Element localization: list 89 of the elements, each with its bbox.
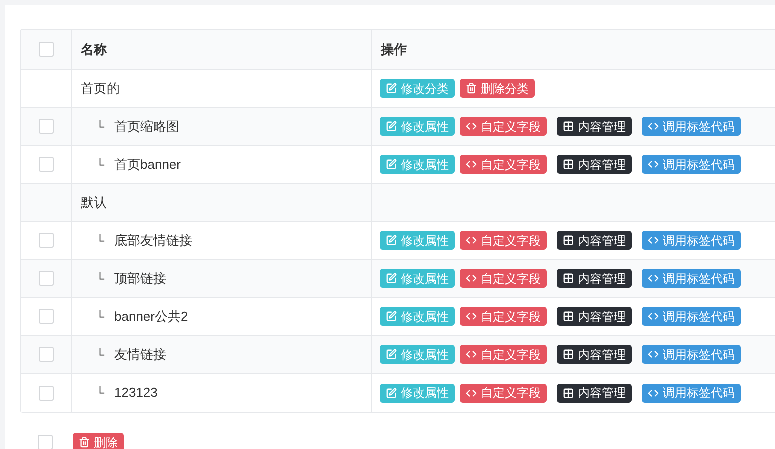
code-icon: [466, 235, 477, 246]
checkbox[interactable]: [38, 347, 54, 362]
category-name: 默认: [81, 194, 107, 212]
grid-icon: [563, 121, 574, 132]
edit-button[interactable]: 修改分类: [380, 79, 455, 98]
content-button[interactable]: 内容管理: [557, 117, 632, 136]
content-button[interactable]: 内容管理: [557, 345, 632, 364]
checkbox[interactable]: [38, 157, 54, 172]
tree-branch: └: [96, 156, 105, 174]
tree-branch: └: [96, 308, 105, 326]
grid-icon: [563, 388, 574, 398]
edit-button[interactable]: 修改属性: [380, 155, 455, 174]
content-button[interactable]: 内容管理: [557, 231, 632, 250]
code-icon: [648, 235, 659, 246]
tag-code-button[interactable]: 调用标签代码: [642, 155, 741, 174]
column-header: 名称: [81, 40, 107, 59]
edit-button[interactable]: 修改属性: [380, 384, 455, 402]
custom-field-button[interactable]: 自定义字段: [460, 155, 547, 174]
content-button[interactable]: 内容管理: [557, 269, 632, 288]
code-icon: [648, 388, 659, 398]
item-name: banner公共2: [114, 308, 188, 326]
edit-icon: [386, 83, 397, 94]
edit-icon: [386, 349, 397, 360]
custom-field-button[interactable]: 自定义字段: [460, 307, 547, 326]
code-icon: [648, 311, 659, 322]
checkbox[interactable]: [38, 309, 54, 324]
checkbox[interactable]: [38, 435, 53, 449]
trash-icon: [79, 437, 90, 448]
code-icon: [466, 159, 477, 170]
delete-button[interactable]: 删除分类: [460, 79, 535, 98]
grid-icon: [563, 349, 574, 360]
custom-field-button[interactable]: 自定义字段: [460, 345, 547, 364]
category-name: 首页的: [81, 80, 120, 98]
code-icon: [648, 121, 659, 132]
tree-branch: └: [96, 118, 105, 136]
edit-icon: [386, 388, 397, 398]
grid-icon: [563, 273, 574, 284]
tag-code-button[interactable]: 调用标签代码: [642, 231, 741, 250]
item-name: 123123: [114, 384, 158, 402]
checkbox[interactable]: [38, 386, 54, 400]
edit-button[interactable]: 修改属性: [380, 345, 455, 364]
edit-button[interactable]: 修改属性: [380, 307, 455, 326]
code-icon: [648, 349, 659, 360]
checkbox[interactable]: [38, 119, 54, 134]
edit-button[interactable]: 修改属性: [380, 117, 455, 136]
checkbox[interactable]: [38, 42, 54, 57]
edit-button[interactable]: 修改属性: [380, 231, 455, 250]
grid-icon: [563, 311, 574, 322]
edit-icon: [386, 159, 397, 170]
code-icon: [466, 388, 477, 398]
item-name: 友情链接: [114, 346, 167, 364]
code-icon: [466, 311, 477, 322]
custom-field-button[interactable]: 自定义字段: [460, 117, 547, 136]
code-icon: [648, 273, 659, 284]
tag-code-button[interactable]: 调用标签代码: [642, 345, 741, 364]
tag-code-button[interactable]: 调用标签代码: [642, 307, 741, 326]
custom-field-button[interactable]: 自定义字段: [460, 231, 547, 250]
tag-code-button[interactable]: 调用标签代码: [642, 269, 741, 288]
tag-code-button[interactable]: 调用标签代码: [642, 117, 741, 136]
content-button[interactable]: 内容管理: [557, 307, 632, 326]
tag-code-button[interactable]: 调用标签代码: [642, 384, 741, 402]
column-header: 操作: [381, 40, 407, 59]
edit-icon: [386, 273, 397, 284]
edit-icon: [386, 235, 397, 246]
edit-icon: [386, 311, 397, 322]
code-icon: [648, 159, 659, 170]
tree-branch: └: [96, 385, 105, 402]
tree-branch: └: [96, 270, 105, 288]
item-name: 首页banner: [114, 156, 181, 174]
tree-branch: └: [96, 346, 105, 364]
code-icon: [466, 121, 477, 132]
checkbox[interactable]: [38, 233, 54, 248]
grid-icon: [563, 159, 574, 170]
item-name: 顶部链接: [114, 270, 167, 288]
delete-button[interactable]: 删除: [73, 433, 124, 449]
custom-field-button[interactable]: 自定义字段: [460, 269, 547, 288]
trash-icon: [466, 83, 477, 94]
custom-field-button[interactable]: 自定义字段: [460, 384, 547, 402]
content-button[interactable]: 内容管理: [557, 384, 632, 402]
content-button[interactable]: 内容管理: [557, 155, 632, 174]
code-icon: [466, 349, 477, 360]
item-name: 底部友情链接: [114, 232, 193, 250]
edit-icon: [386, 121, 397, 132]
checkbox[interactable]: [38, 271, 54, 286]
item-name: 首页缩略图: [114, 118, 180, 136]
edit-button[interactable]: 修改属性: [380, 269, 455, 288]
grid-icon: [563, 235, 574, 246]
tree-branch: └: [96, 232, 105, 250]
code-icon: [466, 273, 477, 284]
